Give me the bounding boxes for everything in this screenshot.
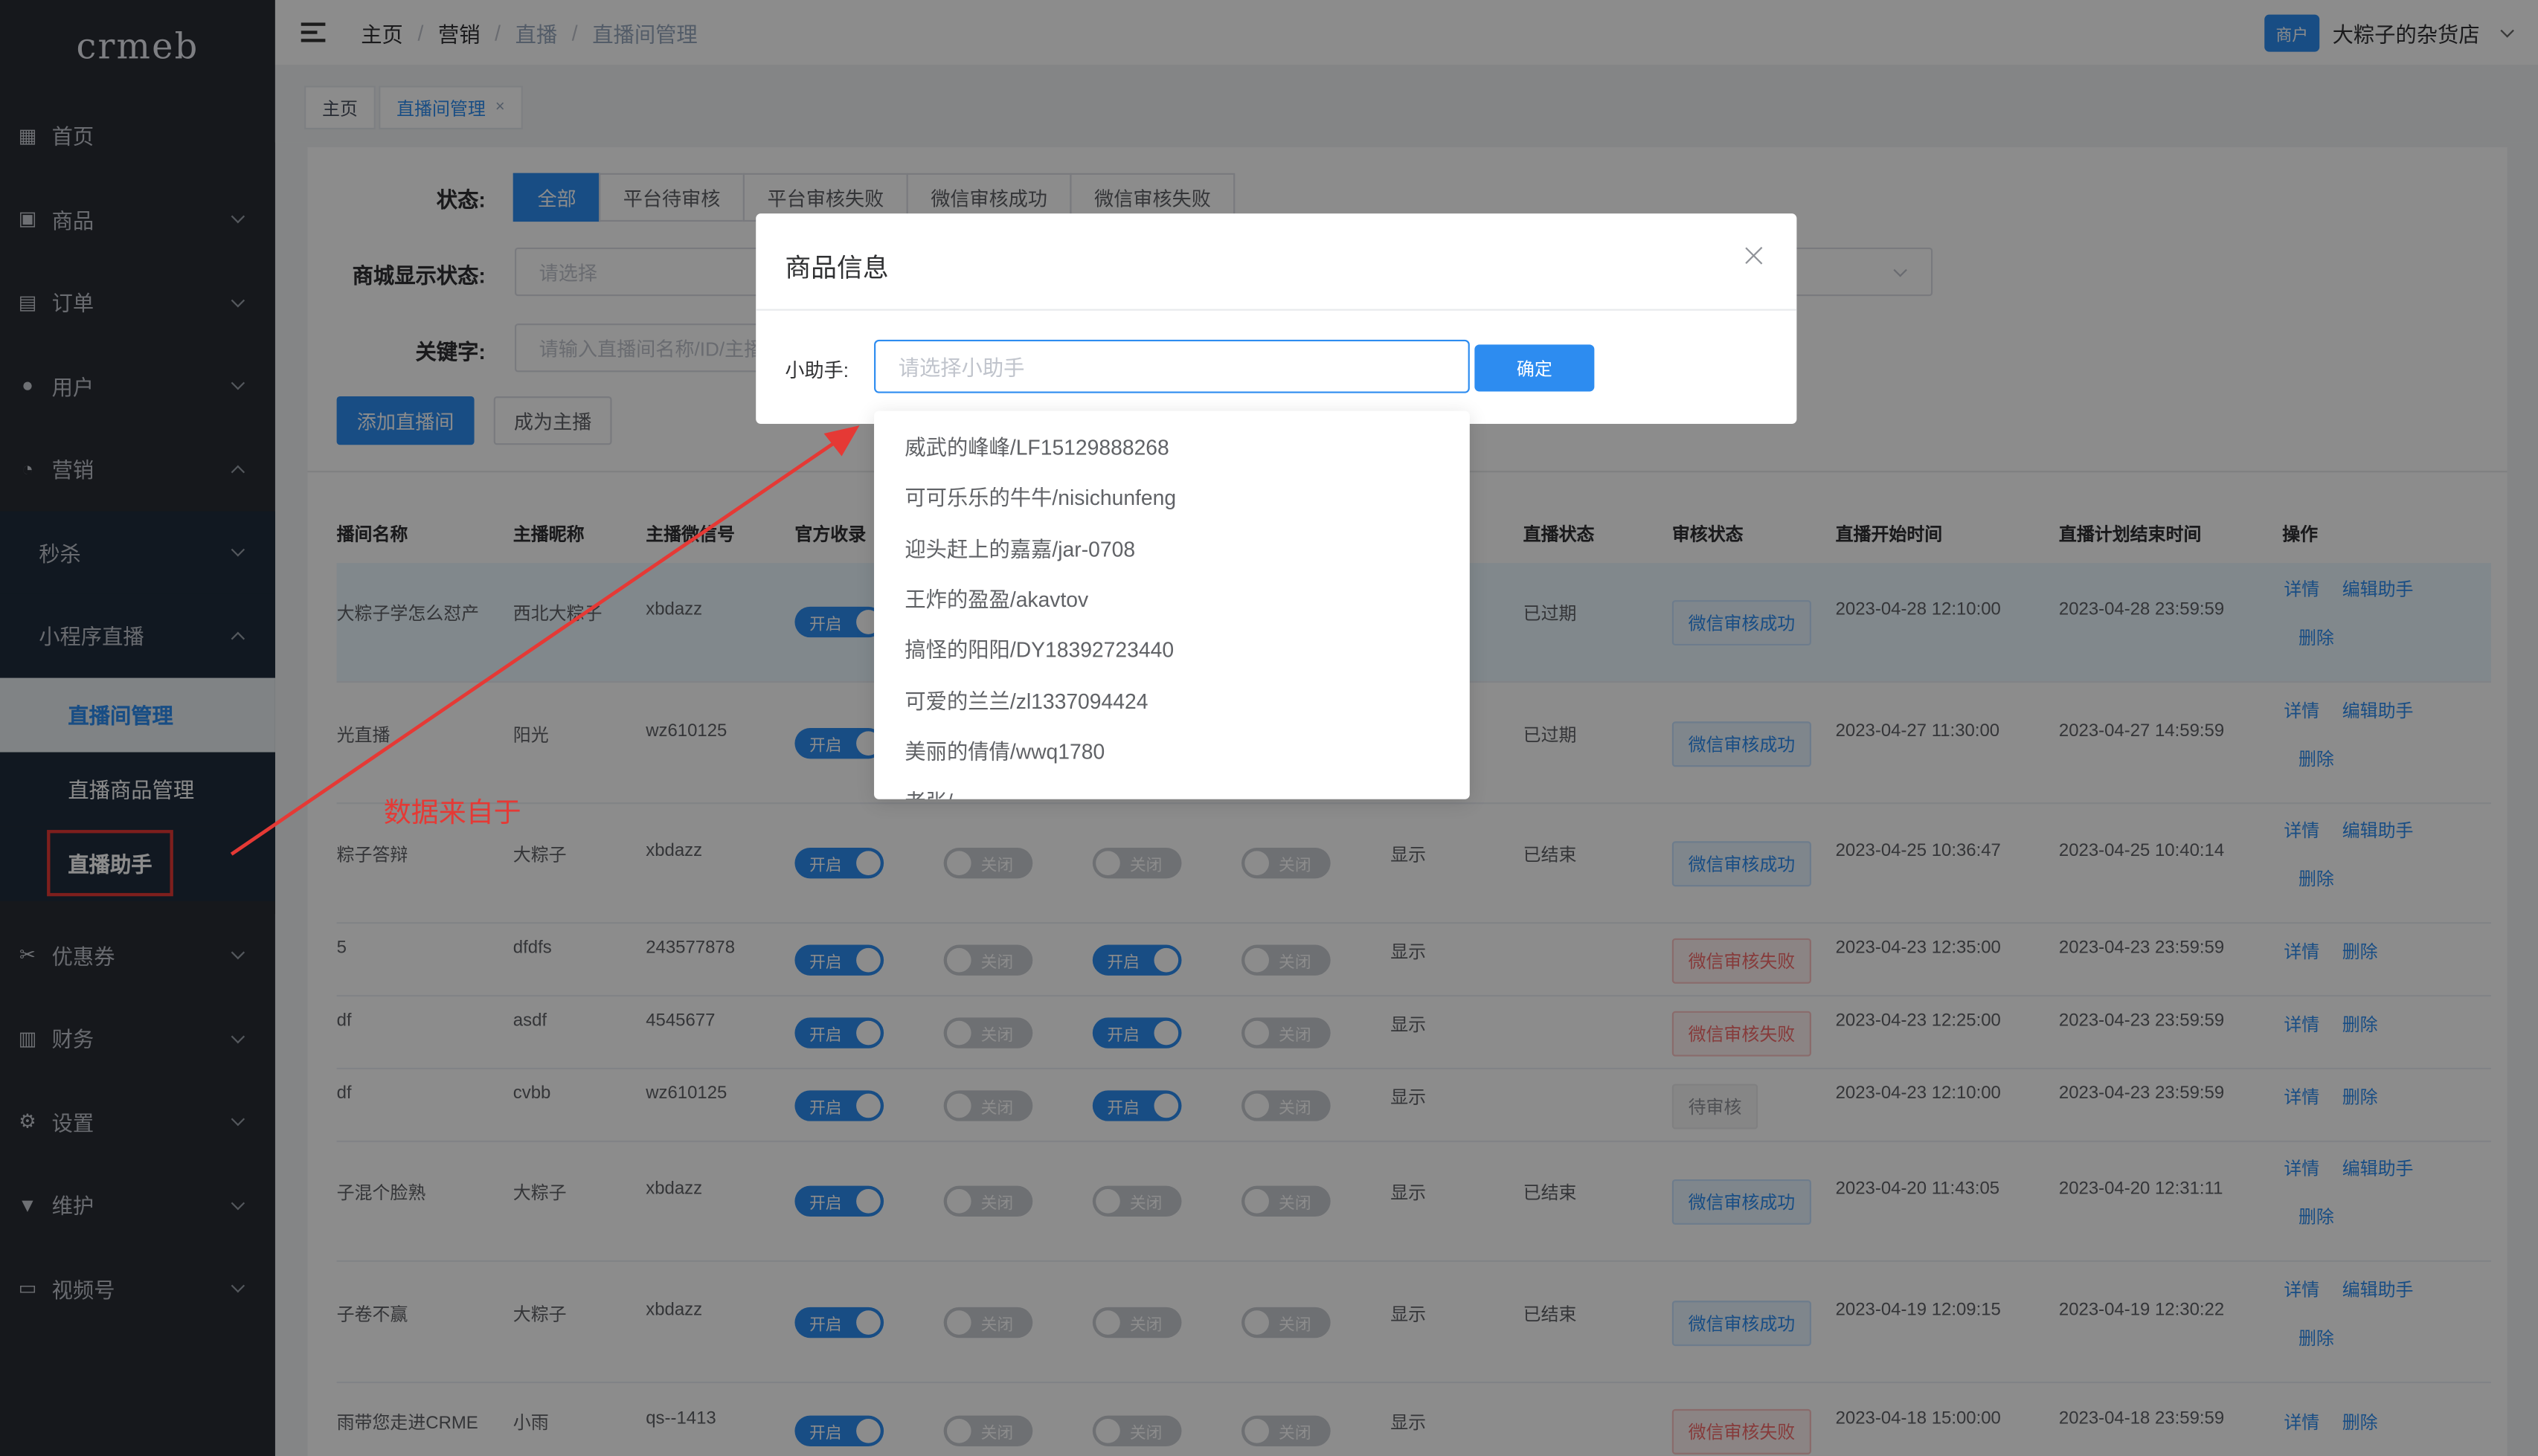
annotation-arrow [230, 425, 860, 856]
